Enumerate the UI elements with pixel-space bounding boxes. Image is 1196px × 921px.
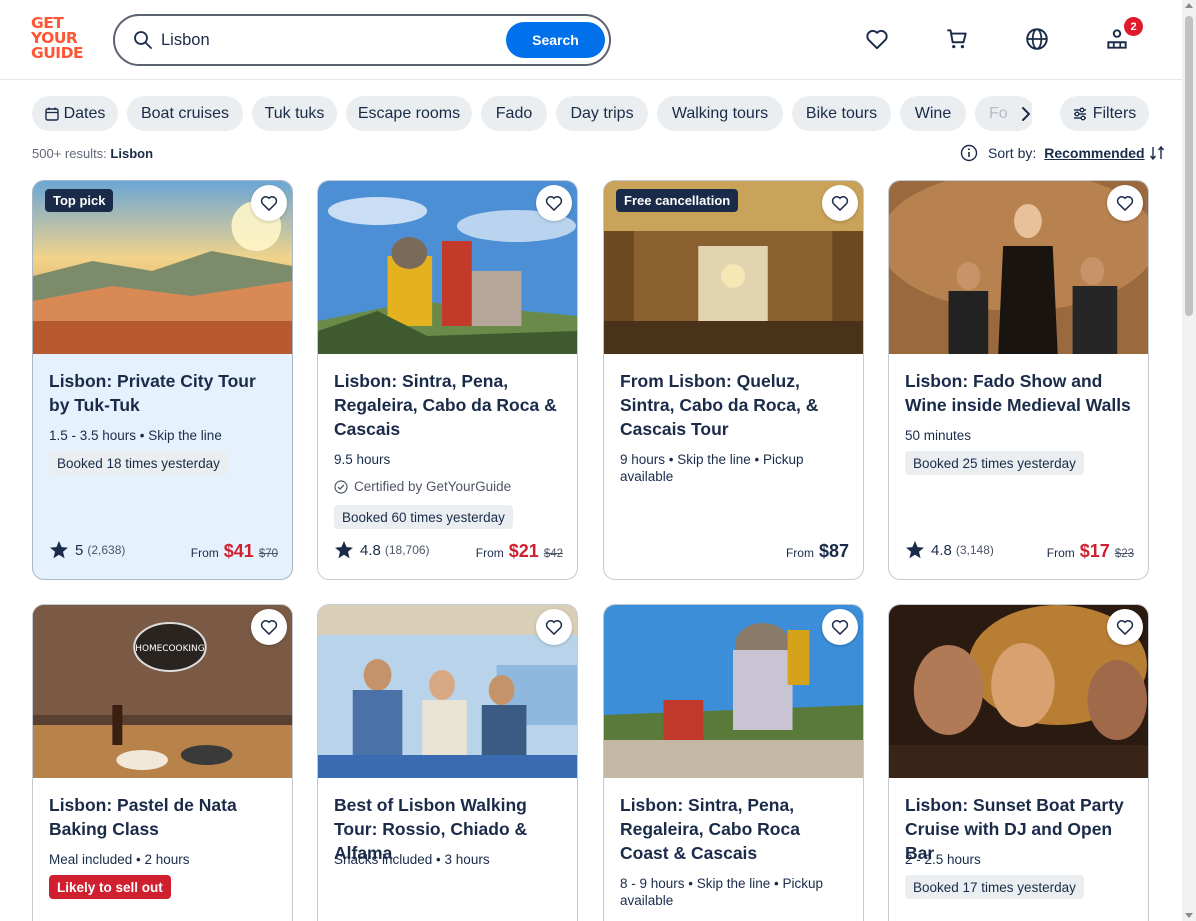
heart-icon[interactable] [536, 609, 572, 645]
chip-day-trips[interactable]: Day trips [556, 96, 648, 131]
activity-meta: 9.5 hours [334, 452, 391, 467]
results-count: 500+ results: Lisbon [32, 146, 154, 161]
activity-meta: 8 - 9 hours • Skip the line • Pickup ava… [620, 876, 824, 908]
star-icon [906, 541, 924, 559]
activity-card[interactable]: Best of Lisbon Walking Tour: Rossio, Chi… [317, 604, 578, 921]
star-icon [50, 541, 68, 559]
chip-escape-rooms[interactable]: Escape rooms [346, 96, 472, 131]
heart-icon[interactable] [822, 185, 858, 221]
heart-icon[interactable] [251, 185, 287, 221]
free-cancellation-tag: Free cancellation [616, 189, 739, 212]
heart-icon[interactable] [822, 609, 858, 645]
cart-icon[interactable] [944, 26, 970, 52]
notification-badge: 2 [1124, 17, 1143, 36]
activity-card[interactable]: HOMECOOKING Lisbon: Pastel de Nata Bakin… [32, 604, 293, 921]
activity-card[interactable]: Lisbon: Sintra, Pena, Regaleira, Cabo da… [317, 180, 578, 580]
site-header: GET YOUR GUIDE Search 2 [0, 0, 1182, 80]
chip-boat-cruises[interactable]: Boat cruises [127, 96, 243, 131]
heart-icon[interactable] [864, 26, 890, 52]
booked-badge: Booked 17 times yesterday [905, 875, 1084, 899]
rating: 4.8 (3,148) [905, 539, 994, 561]
chip-dates[interactable]: Dates [32, 96, 118, 131]
booked-badge: Booked 60 times yesterday [334, 505, 513, 529]
booked-badge: Booked 25 times yesterday [905, 451, 1084, 475]
scroll-down-arrow[interactable] [1185, 913, 1193, 918]
category-chips: Dates Boat cruises Tuk tuks Escape rooms… [32, 96, 1032, 132]
heart-icon[interactable] [251, 609, 287, 645]
activity-card[interactable]: Lisbon: Sunset Boat Party Cruise with DJ… [888, 604, 1149, 921]
sort-arrows-icon[interactable] [1149, 145, 1165, 161]
scroll-up-arrow[interactable] [1185, 3, 1193, 8]
search-bar[interactable]: Search [113, 14, 611, 66]
heart-icon[interactable] [536, 185, 572, 221]
sort-value[interactable]: Recommended [1044, 145, 1144, 161]
price: From $41 $70 [190, 541, 278, 561]
activity-title[interactable]: Lisbon: Fado Show and Wine inside Mediev… [905, 369, 1137, 417]
chevron-right-icon[interactable] [1016, 104, 1036, 124]
certified-label: Certified by GetYourGuide [334, 479, 511, 494]
chip-fado[interactable]: Fado [481, 96, 547, 131]
globe-icon[interactable] [1024, 26, 1050, 52]
booked-badge: Booked 18 times yesterday [49, 451, 228, 475]
activity-card[interactable]: Lisbon: Sintra, Pena, Regaleira, Cabo Ro… [603, 604, 864, 921]
activity-meta: 1.5 - 3.5 hours • Skip the line [49, 428, 222, 443]
activity-meta: 2 - 2.5 hours [905, 852, 981, 867]
calendar-icon [44, 107, 59, 121]
sort-control[interactable]: Sort by: Recommended [956, 143, 1165, 163]
activity-title[interactable]: Lisbon: Sintra, Pena, Regaleira, Cabo Ro… [620, 793, 852, 865]
activity-meta: 9 hours • Skip the line • Pickup availab… [620, 452, 804, 484]
sell-out-badge: Likely to sell out [49, 875, 171, 899]
top-pick-tag: Top pick [45, 189, 114, 212]
heart-icon[interactable] [1107, 609, 1143, 645]
chip-wine[interactable]: Wine [900, 96, 966, 131]
activity-card[interactable]: Free cancellation From Lisbon: Queluz, S… [603, 180, 864, 580]
scroll-thumb[interactable] [1185, 16, 1193, 316]
filters-button[interactable]: Filters [1060, 96, 1149, 131]
chip-walking-tours[interactable]: Walking tours [657, 96, 783, 131]
price: From $87 [785, 541, 849, 561]
activity-title[interactable]: From Lisbon: Queluz, Sintra, Cabo da Roc… [620, 369, 852, 441]
price: From $17 $23 [1046, 541, 1134, 561]
search-input[interactable] [161, 28, 501, 52]
activity-meta: Meal included • 2 hours [49, 852, 190, 867]
activity-title[interactable]: Lisbon: Pastel de Nata Baking Class [49, 793, 281, 841]
activity-card[interactable]: Top pick Lisbon: Private City Tour by Tu… [32, 180, 293, 580]
price: From $21 $42 [475, 541, 563, 561]
rating: 4.8 (18,706) [334, 539, 430, 561]
search-button[interactable]: Search [506, 22, 605, 58]
info-icon[interactable] [960, 144, 978, 162]
getyourguide-logo[interactable]: GET YOUR GUIDE [31, 15, 89, 64]
rating: 5 (2,638) [49, 539, 125, 561]
svg-text:HOMECOOKING: HOMECOOKING [135, 644, 204, 654]
certified-check-icon [334, 479, 348, 494]
activity-card[interactable]: Lisbon: Fado Show and Wine inside Mediev… [888, 180, 1149, 580]
activity-title[interactable]: Lisbon: Sintra, Pena, Regaleira, Cabo da… [334, 369, 566, 441]
chip-tuk-tuks[interactable]: Tuk tuks [252, 96, 337, 131]
page-scrollbar[interactable] [1182, 0, 1196, 921]
chip-bike-tours[interactable]: Bike tours [792, 96, 891, 131]
activity-title[interactable]: Lisbon: Private City Tour by Tuk-Tuk [49, 369, 281, 417]
activity-meta: Snacks included • 3 hours [334, 852, 490, 867]
heart-icon[interactable] [1107, 185, 1143, 221]
activity-meta: 50 minutes [905, 428, 972, 443]
search-icon [134, 31, 152, 49]
sliders-icon [1073, 107, 1086, 120]
star-icon [335, 541, 353, 559]
sort-label: Sort by: [988, 145, 1037, 161]
